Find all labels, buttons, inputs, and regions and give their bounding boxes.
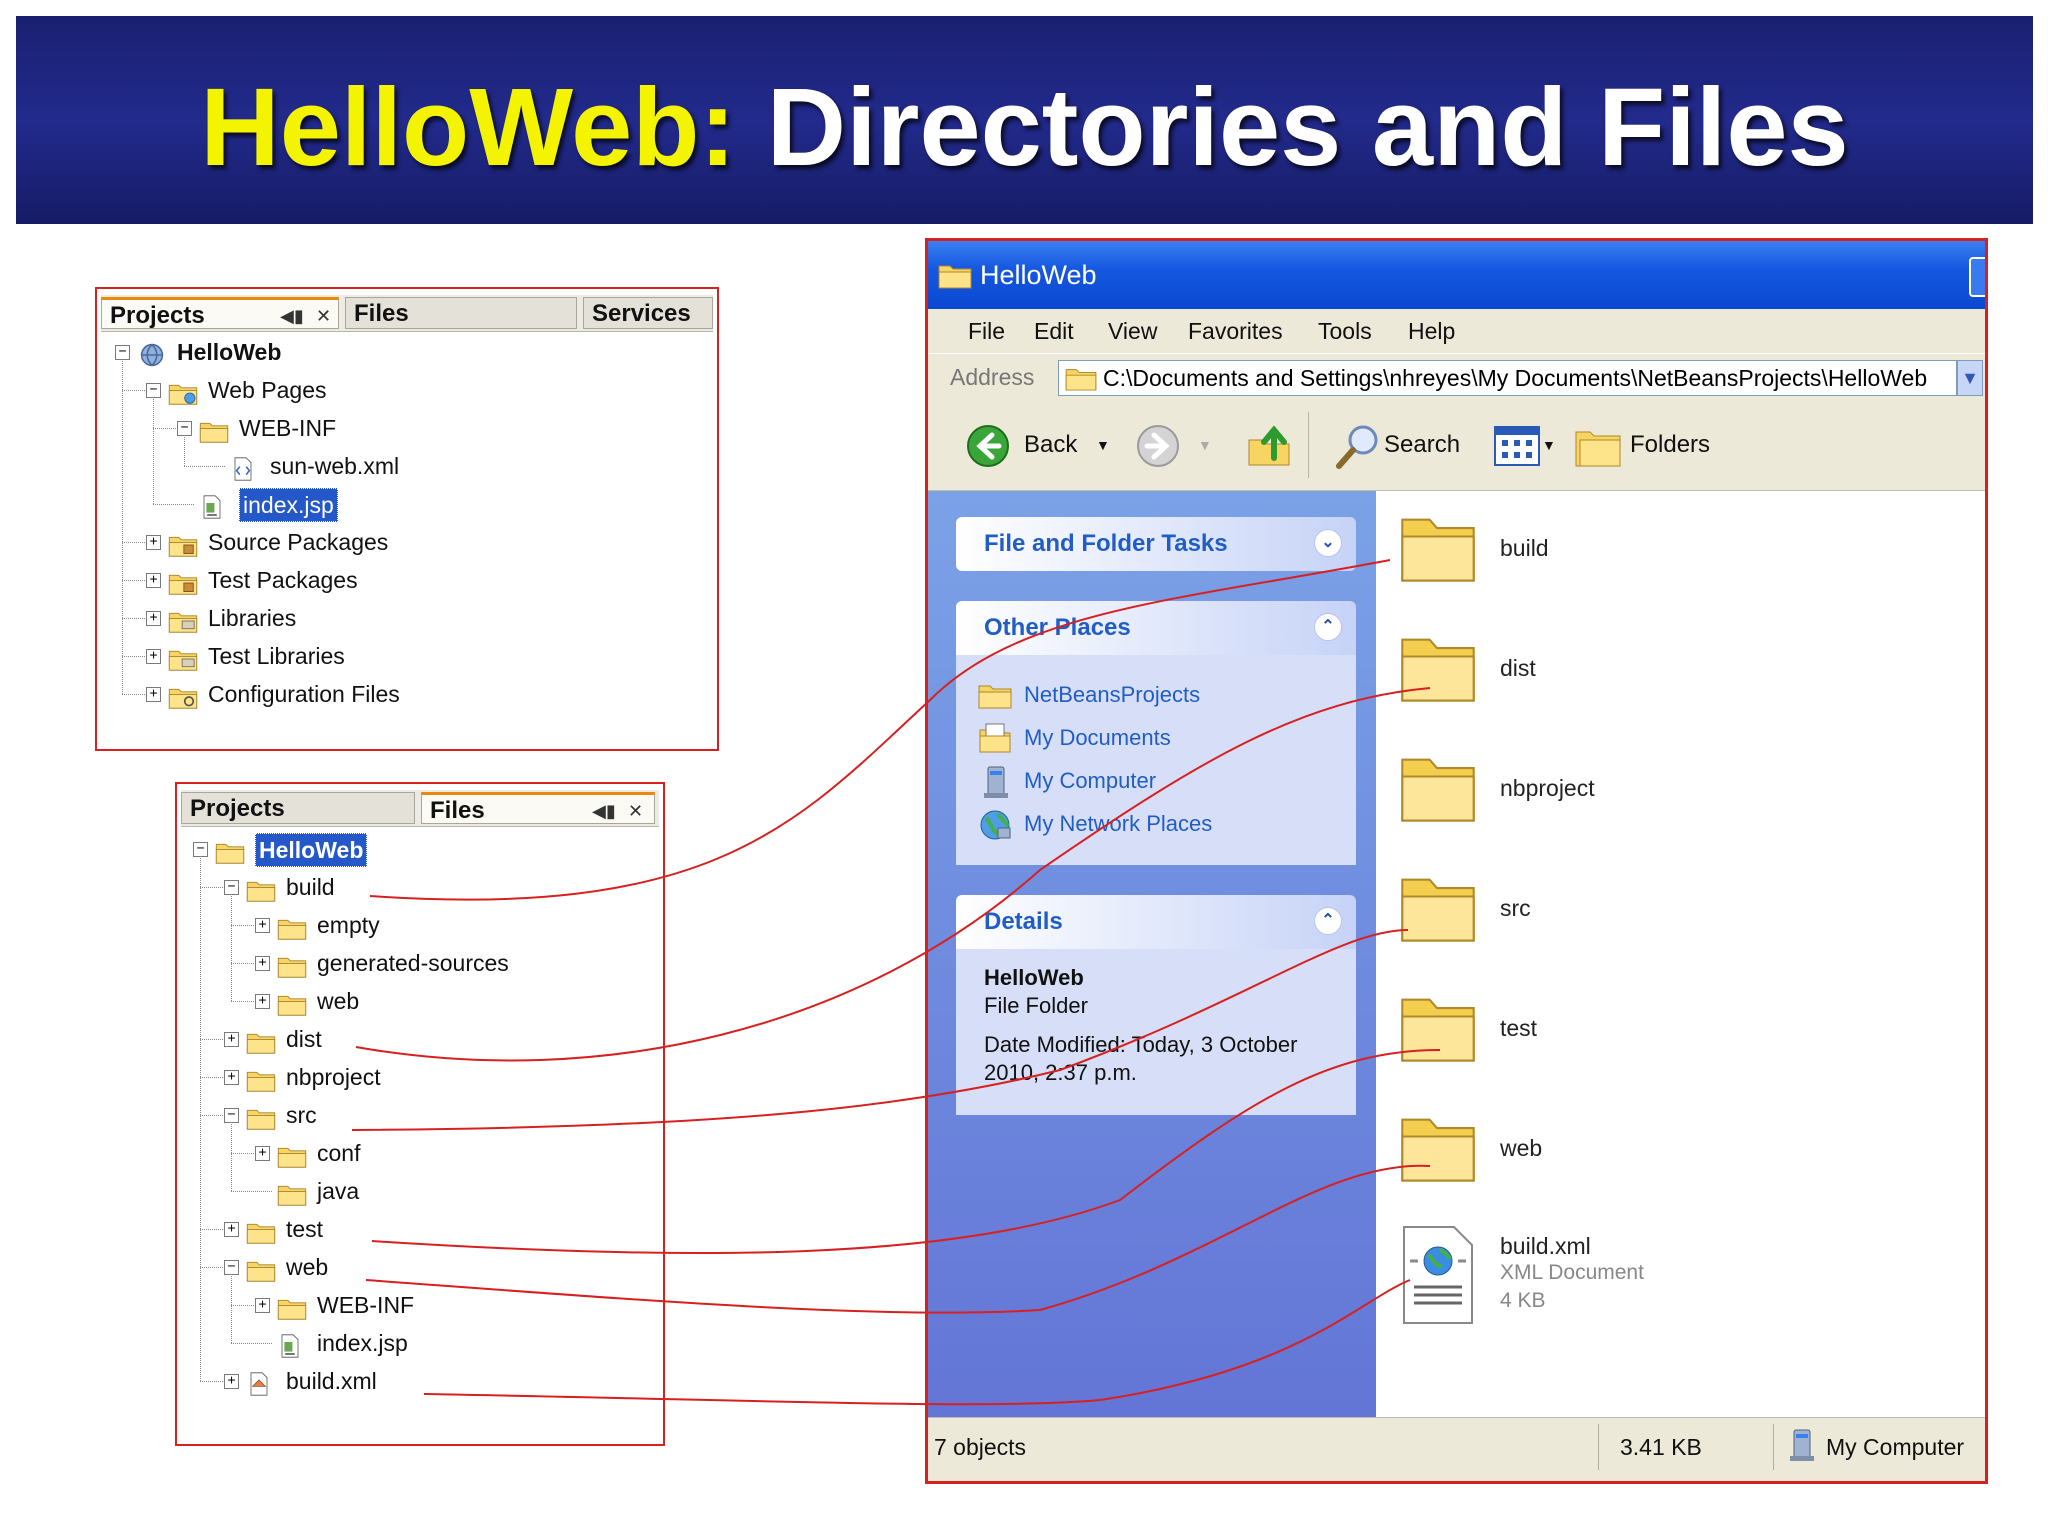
connector-web <box>365 1164 1431 1314</box>
connector-src <box>351 929 1409 1131</box>
connector-build-xml <box>423 1279 1411 1406</box>
connector-dist <box>355 687 1431 1062</box>
connector-test <box>371 1049 1441 1255</box>
connector-build <box>369 559 1391 901</box>
connector-lines <box>351 559 1441 1406</box>
